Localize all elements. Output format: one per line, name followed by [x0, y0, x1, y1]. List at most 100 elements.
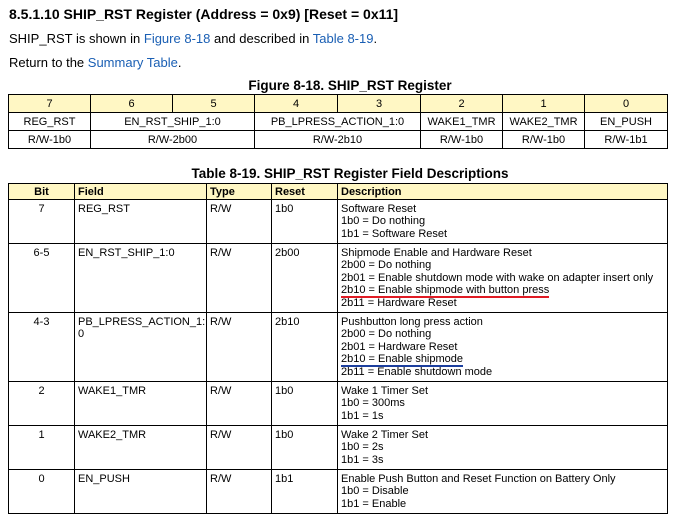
header-description: Description	[337, 183, 668, 200]
table-row: 7 REG_RST R/W 1b0 Software Reset 1b0 = D…	[8, 199, 668, 244]
row-bit: 4-3	[8, 312, 75, 382]
field-description-table: Bit Field Type Reset Description 7 REG_R…	[8, 183, 668, 514]
header-type: Type	[206, 183, 272, 200]
desc-line: 2b11 = Enable shutdown mode	[341, 365, 493, 378]
reset-value-row: R/W-1b0 R/W-2b00 R/W-2b10 R/W-1b0 R/W-1b…	[8, 130, 668, 149]
row-field: EN_RST_SHIP_1:0	[74, 243, 207, 313]
header-reset: Reset	[271, 183, 338, 200]
row-description: Wake 2 Timer Set 1b0 = 2s 1b1 = 3s	[337, 425, 668, 470]
desc-line: 1b0 = 2s	[341, 441, 384, 454]
reset-cell: R/W-1b1	[584, 130, 668, 149]
row-type: R/W	[206, 381, 272, 426]
desc-line: 1b1 = 3s	[341, 453, 384, 466]
row-field: WAKE1_TMR	[74, 381, 207, 426]
row-bit: 1	[8, 425, 75, 470]
bit-cell: 0	[584, 94, 668, 113]
reset-cell: R/W-1b0	[420, 130, 503, 149]
bit-cell: 4	[254, 94, 338, 113]
row-description: Pushbutton long press action 2b00 = Do n…	[337, 312, 668, 382]
desc-line: 2b00 = Do nothing	[341, 259, 432, 272]
table-8-19-link[interactable]: Table 8-19	[313, 31, 374, 46]
summary-table-link[interactable]: Summary Table	[88, 55, 178, 70]
table-row: 0 EN_PUSH R/W 1b1 Enable Push Button and…	[8, 469, 668, 514]
row-type: R/W	[206, 312, 272, 382]
field-cell: WAKE2_TMR	[502, 112, 585, 131]
reset-cell: R/W-2b00	[90, 130, 255, 149]
bit-cell: 1	[502, 94, 585, 113]
desc-line: 1b1 = 1s	[341, 409, 384, 422]
table-header-row: Bit Field Type Reset Description	[8, 183, 668, 200]
row-reset: 1b0	[271, 199, 338, 244]
row-type: R/W	[206, 469, 272, 514]
desc-line: Wake 1 Timer Set	[341, 385, 429, 397]
bit-cell: 5	[172, 94, 255, 113]
table-row: 2 WAKE1_TMR R/W 1b0 Wake 1 Timer Set 1b0…	[8, 381, 668, 426]
row-type: R/W	[206, 425, 272, 470]
intro-middle: and described in	[210, 31, 313, 46]
desc-line: Enable Push Button and Reset Function on…	[341, 473, 616, 485]
desc-line-highlighted: 2b10 = Enable shipmode with button press	[341, 284, 664, 299]
table-row: 4-3 PB_LPRESS_ACTION_1: 0 R/W 2b10 Pushb…	[8, 312, 668, 382]
row-bit: 6-5	[8, 243, 75, 313]
row-bit: 2	[8, 381, 75, 426]
field-cell: EN_RST_SHIP_1:0	[90, 112, 255, 131]
figure-caption: Figure 8-18. SHIP_RST Register	[248, 78, 452, 93]
reset-cell: R/W-1b0	[502, 130, 585, 149]
desc-line: Software Reset	[341, 203, 417, 215]
row-description: Shipmode Enable and Hardware Reset 2b00 …	[337, 243, 668, 313]
row-type: R/W	[206, 199, 272, 244]
field-cell: WAKE1_TMR	[420, 112, 503, 131]
field-name-row: REG_RST EN_RST_SHIP_1:0 PB_LPRESS_ACTION…	[8, 112, 668, 131]
table-caption: Table 8-19. SHIP_RST Register Field Desc…	[191, 166, 509, 181]
desc-line: Pushbutton long press action	[341, 316, 483, 328]
row-reset: 2b10	[271, 312, 338, 382]
return-paragraph: Return to the Summary Table.	[9, 55, 181, 70]
row-description: Wake 1 Timer Set 1b0 = 300ms 1b1 = 1s	[337, 381, 668, 426]
desc-line: 2b01 = Hardware Reset	[341, 340, 458, 353]
bit-cell: 6	[90, 94, 173, 113]
bit-cell: 2	[420, 94, 503, 113]
field-line: PB_LPRESS_ACTION_1:	[78, 316, 206, 328]
header-bit: Bit	[8, 183, 75, 200]
desc-line: 2b11 = Hardware Reset	[341, 296, 457, 309]
table-row: 6-5 EN_RST_SHIP_1:0 R/W 2b00 Shipmode En…	[8, 243, 668, 313]
desc-line: 1b1 = Enable	[341, 497, 407, 510]
row-reset: 1b0	[271, 381, 338, 426]
row-description: Software Reset 1b0 = Do nothing 1b1 = So…	[337, 199, 668, 244]
desc-line: 2b01 = Enable shutdown mode with wake on…	[341, 271, 654, 284]
field-cell: EN_PUSH	[584, 112, 668, 131]
row-field: REG_RST	[74, 199, 207, 244]
row-description: Enable Push Button and Reset Function on…	[337, 469, 668, 514]
row-bit: 7	[8, 199, 75, 244]
desc-line: 1b0 = Do nothing	[341, 215, 426, 228]
intro-paragraph: SHIP_RST is shown in Figure 8-18 and des…	[9, 31, 377, 46]
intro-suffix: .	[373, 31, 378, 46]
desc-line: Shipmode Enable and Hardware Reset	[341, 247, 532, 259]
register-bitfield-table: 7 6 5 4 3 2 1 0 REG_RST EN_RST_SHIP_1:0 …	[8, 94, 668, 149]
field-cell: PB_LPRESS_ACTION_1:0	[254, 112, 421, 131]
header-field: Field	[74, 183, 207, 200]
table-row: 1 WAKE2_TMR R/W 1b0 Wake 2 Timer Set 1b0…	[8, 425, 668, 470]
desc-line-highlighted: 2b10 = Enable shipmode	[341, 353, 664, 368]
desc-line: 1b0 = 300ms	[341, 397, 405, 410]
figure-8-18-link[interactable]: Figure 8-18	[144, 31, 210, 46]
bit-number-row: 7 6 5 4 3 2 1 0	[8, 94, 668, 113]
desc-line: 1b0 = Disable	[341, 485, 409, 498]
row-reset: 1b1	[271, 469, 338, 514]
intro-prefix: SHIP_RST is shown in	[9, 31, 144, 46]
row-field: EN_PUSH	[74, 469, 207, 514]
section-heading: 8.5.1.10 SHIP_RST Register (Address = 0x…	[9, 6, 399, 22]
return-prefix: Return to the	[9, 55, 88, 70]
desc-line: 1b1 = Software Reset	[341, 227, 448, 240]
row-reset: 1b0	[271, 425, 338, 470]
row-reset: 2b00	[271, 243, 338, 313]
field-cell: REG_RST	[8, 112, 91, 131]
row-field: WAKE2_TMR	[74, 425, 207, 470]
field-line: 0	[78, 328, 85, 341]
desc-line: Wake 2 Timer Set	[341, 429, 429, 441]
bit-cell: 3	[337, 94, 421, 113]
row-field: PB_LPRESS_ACTION_1: 0	[74, 312, 207, 382]
row-type: R/W	[206, 243, 272, 313]
bit-cell: 7	[8, 94, 91, 113]
row-bit: 0	[8, 469, 75, 514]
